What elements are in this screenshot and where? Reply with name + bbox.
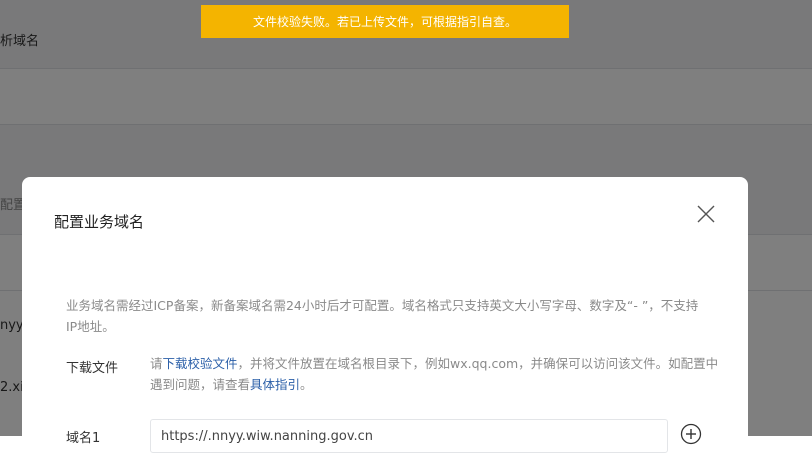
toast-message: 文件校验失败。若已上传文件，可根据指引自查。 [252, 15, 517, 29]
add-domain-button[interactable] [680, 423, 702, 445]
download-text-end: 。 [300, 377, 313, 392]
download-instructions: 请下载校验文件，并将文件放置在域名根目录下，例如wx.qq.com，并确保可以访… [150, 353, 730, 395]
close-icon [697, 205, 715, 223]
domain1-input[interactable] [150, 419, 668, 453]
error-toast: 文件校验失败。若已上传文件，可根据指引自查。 [201, 5, 569, 38]
close-button[interactable] [694, 202, 718, 226]
plus-circle-icon [680, 423, 702, 445]
domain1-label: 域名1 [66, 431, 101, 446]
download-file-label: 下载文件 [66, 361, 119, 376]
guide-link[interactable]: 具体指引 [250, 377, 300, 392]
dialog-title: 配置业务域名 [54, 213, 145, 231]
icp-notice: 业务域名需经过ICP备案，新备案域名需24小时后才可配置。域名格式只支持英文大小… [66, 298, 699, 334]
download-verify-file-link[interactable]: 下载校验文件 [163, 356, 238, 371]
download-text-before: 请 [150, 356, 163, 371]
configure-domain-dialog: 配置业务域名 业务域名需经过ICP备案，新备案域名需24小时后才可配置。域名格式… [22, 177, 748, 467]
